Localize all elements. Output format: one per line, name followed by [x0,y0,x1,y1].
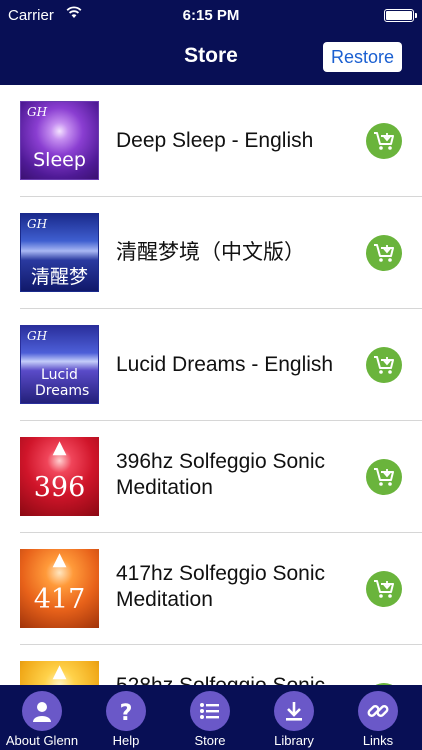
cart-add-icon [374,468,394,486]
tab-store[interactable]: Store [168,685,252,750]
list-item[interactable]: GH 清醒梦 清醒梦境（中文版） [0,197,422,309]
thumb-caption: 396 [33,472,86,503]
tab-links[interactable]: Links [336,685,420,750]
tab-label: Library [274,733,314,748]
buy-button[interactable] [366,347,402,383]
solfeggio-417-artwork: ▲ 417 [20,549,99,628]
tab-label: Links [362,733,394,748]
buy-button[interactable] [366,235,402,271]
tab-help[interactable]: ? Help [84,685,168,750]
clock: 6:15 PM [182,7,240,24]
tab-label: Store [194,733,226,748]
cart-add-icon [374,244,394,262]
buy-button[interactable] [366,459,402,495]
solfeggio-396-artwork: ▲ 396 [20,437,99,516]
product-title: 清醒梦境（中文版） [116,241,305,264]
question-icon: ? [106,691,146,731]
gh-logo: GH [27,105,48,119]
gh-logo: GH [27,329,48,343]
tab-library[interactable]: Library [252,685,336,750]
tab-label: Help [112,733,140,748]
lucid-dream-chinese-artwork: GH 清醒梦 [20,213,99,292]
buy-button[interactable] [366,123,402,159]
gh-logo: GH [27,217,48,231]
tab-bar: About Glenn ? Help Store Library Links [0,685,422,750]
product-title: Deep Sleep - English [116,129,314,152]
svg-text:?: ? [120,701,133,723]
product-title: 528hz Solfeggio Sonic [116,673,356,685]
list-item[interactable]: ▲ 417 417hz Solfeggio Sonic Meditation [0,533,422,645]
list-item[interactable]: GH Sleep Deep Sleep - English [0,85,422,197]
thumb-caption: 清醒梦 [30,266,88,288]
restore-button[interactable]: Restore [322,42,402,72]
thumb-caption: Lucid Dreams [35,367,90,399]
buy-button[interactable] [366,571,402,607]
link-icon [358,691,398,731]
tab-label: About Glenn [5,733,79,748]
thumb-caption: Sleep [33,149,86,171]
meditator-icon: ▲ [52,549,67,570]
lucid-dreams-artwork: GH Lucid Dreams [20,325,99,404]
person-icon [22,691,62,731]
list-item[interactable]: GH Lucid Dreams Lucid Dreams - English [0,309,422,421]
product-list[interactable]: GH Sleep Deep Sleep - English GH 清醒梦 清醒梦… [0,85,422,685]
meditator-icon: ▲ [52,661,67,682]
cart-add-icon [374,132,394,150]
meditator-icon: ▲ [52,437,67,458]
list-item[interactable]: ▲ 528 528hz Solfeggio Sonic [0,645,422,685]
list-item[interactable]: ▲ 396 396hz Solfeggio Sonic Meditation [0,421,422,533]
deep-sleep-artwork: GH Sleep [20,101,99,180]
battery-icon [384,9,417,22]
download-icon [274,691,314,731]
product-title: 417hz Solfeggio Sonic Meditation [116,562,325,611]
product-title: Lucid Dreams - English [116,353,334,376]
thumb-caption: 417 [33,584,86,615]
product-title: 396hz Solfeggio Sonic Meditation [116,450,325,499]
list-icon [190,691,230,731]
tab-about-glenn[interactable]: About Glenn [0,685,84,750]
cart-add-icon [374,580,394,598]
nav-bar: Store Restore [0,32,422,82]
cart-add-icon [374,356,394,374]
status-bar: Carrier 6:15 PM [0,0,422,30]
solfeggio-528-artwork: ▲ 528 [20,661,99,685]
top-bar: Carrier 6:15 PM Store Restore [0,0,422,85]
